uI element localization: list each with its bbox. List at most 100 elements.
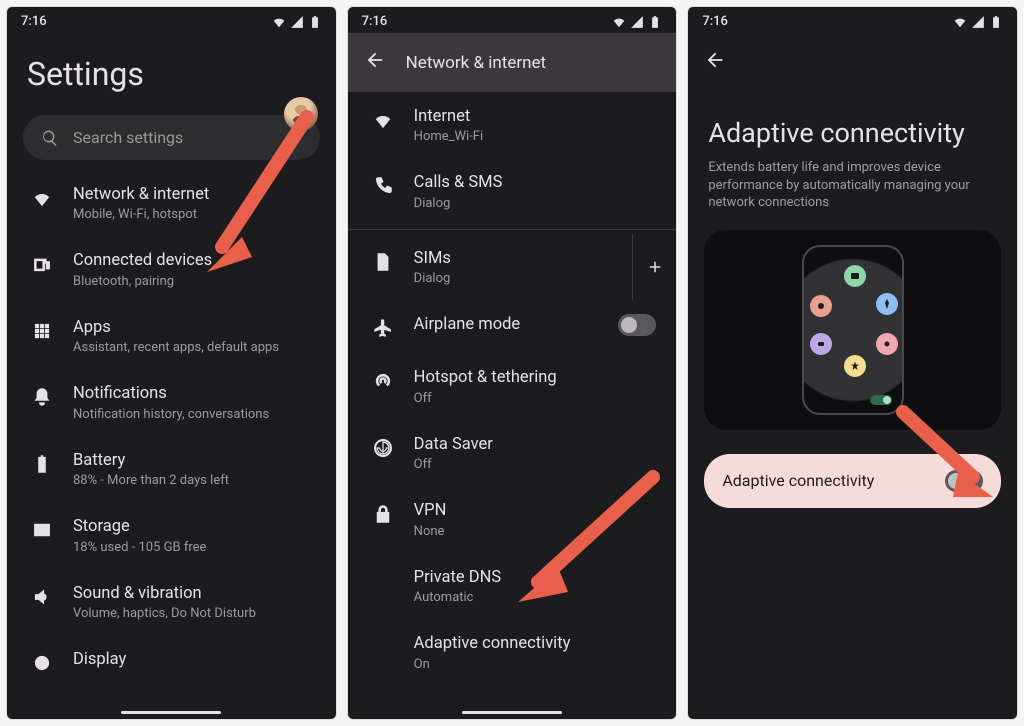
item-title: Notifications <box>73 383 316 404</box>
item-title: Network & internet <box>73 184 316 205</box>
illus-dot-green <box>844 265 866 287</box>
item-subtitle: Mobile, Wi-Fi, hotspot <box>73 207 316 222</box>
page-description: Extends battery life and improves device… <box>688 159 1017 226</box>
network-item-internet[interactable]: Internet Home_Wi-Fi <box>348 92 677 158</box>
item-title: Hotspot & tethering <box>414 367 657 388</box>
wifi-icon <box>612 15 626 29</box>
signal-icon <box>971 15 985 29</box>
illus-dot-red <box>810 295 832 317</box>
item-title: Apps <box>73 317 316 338</box>
item-title: Connected devices <box>73 250 316 271</box>
display-icon <box>31 652 53 674</box>
item-subtitle: Dialog <box>414 271 613 286</box>
illus-dot-yellow <box>844 355 866 377</box>
battery-icon <box>648 15 662 29</box>
adaptive-connectivity-toggle[interactable] <box>945 470 983 492</box>
item-subtitle: 18% used - 105 GB free <box>73 540 316 555</box>
item-subtitle: Dialog <box>414 196 657 211</box>
adaptive-connectivity-toggle-row[interactable]: Adaptive connectivity <box>704 454 1001 508</box>
settings-item-apps[interactable]: Apps Assistant, recent apps, default apps <box>7 303 336 369</box>
signal-icon <box>630 15 644 29</box>
settings-list: Network & internet Mobile, Wi-Fi, hotspot… <box>7 170 336 688</box>
vpn-icon <box>372 503 394 525</box>
airplane-mode-toggle[interactable] <box>618 314 656 336</box>
settings-item-notifications[interactable]: Notifications Notification history, conve… <box>7 369 336 435</box>
app-bar-title: Network & internet <box>406 53 546 73</box>
item-title: SIMs <box>414 248 613 269</box>
toggle-label: Adaptive connectivity <box>722 471 874 490</box>
item-title: Storage <box>73 516 316 537</box>
devices-icon <box>31 253 53 275</box>
wifi-icon <box>272 15 286 29</box>
back-button[interactable] <box>688 33 1017 91</box>
item-subtitle: Automatic <box>414 590 657 605</box>
settings-item-network-internet[interactable]: Network & internet Mobile, Wi-Fi, hotspot <box>7 170 336 236</box>
back-arrow-icon <box>704 49 726 71</box>
battery-icon <box>31 453 53 475</box>
item-subtitle: On <box>414 657 657 672</box>
network-item-private-dns[interactable]: Private DNS Automatic <box>348 553 677 619</box>
nav-handle[interactable] <box>462 711 562 714</box>
back-button[interactable] <box>364 49 386 76</box>
status-time: 7:16 <box>362 14 388 29</box>
item-subtitle: Notification history, conversations <box>73 407 316 422</box>
search-settings[interactable]: Search settings <box>23 115 320 160</box>
item-subtitle: Home_Wi-Fi <box>414 129 657 144</box>
network-item-sims[interactable]: SIMs Dialog <box>348 234 677 300</box>
settings-item-sound-vibration[interactable]: Sound & vibration Volume, haptics, Do Not… <box>7 569 336 635</box>
calls-icon <box>372 175 394 197</box>
item-title: Internet <box>414 106 657 127</box>
adaptive-illustration <box>704 230 1001 430</box>
item-subtitle: None <box>414 524 657 539</box>
search-placeholder: Search settings <box>73 128 183 147</box>
profile-avatar[interactable] <box>284 97 318 131</box>
status-bar: 7:16 <box>348 7 677 33</box>
status-bar: 7:16 <box>688 7 1017 33</box>
add-sim-button[interactable] <box>632 234 676 300</box>
signal-icon <box>290 15 304 29</box>
item-title: Sound & vibration <box>73 583 316 604</box>
datasaver-icon <box>372 437 394 459</box>
item-subtitle: 88% - More than 2 days left <box>73 473 316 488</box>
item-subtitle: Volume, haptics, Do Not Disturb <box>73 606 316 621</box>
network-item-vpn[interactable]: VPNNone <box>348 486 677 552</box>
network-list: Internet Home_Wi-Fi Calls & SMS Dialog SIMs D… <box>348 92 677 686</box>
apps-icon <box>31 320 53 342</box>
item-title: Private DNS <box>414 567 657 588</box>
settings-item-connected-devices[interactable]: Connected devices Bluetooth, pairing <box>7 236 336 302</box>
settings-item-display[interactable]: Display <box>7 635 336 688</box>
network-item-airplane-mode[interactable]: Airplane mode <box>348 300 677 353</box>
search-icon <box>41 129 59 147</box>
hotspot-icon <box>372 370 394 392</box>
item-title: Display <box>73 649 316 670</box>
settings-item-battery[interactable]: Battery88% - More than 2 days left <box>7 436 336 502</box>
network-item-hotspot-tethering[interactable]: Hotspot & tethering Off <box>348 353 677 419</box>
item-title: Data Saver <box>414 434 657 455</box>
bell-icon <box>31 386 53 408</box>
status-icons <box>612 15 662 29</box>
status-bar: 7:16 <box>7 7 336 33</box>
network-item-calls-sms[interactable]: Calls & SMS Dialog <box>348 158 677 224</box>
item-title: Adaptive connectivity <box>414 633 657 654</box>
airplane-icon <box>372 317 394 339</box>
screen-settings: 7:16 Settings Search settings Network & … <box>6 6 337 720</box>
item-subtitle: Bluetooth, pairing <box>73 274 316 289</box>
item-subtitle: Off <box>414 391 657 406</box>
item-subtitle: Assistant, recent apps, default apps <box>73 340 316 355</box>
app-bar: Network & internet <box>348 33 677 92</box>
settings-item-storage[interactable]: Storage 18% used - 105 GB free <box>7 502 336 568</box>
wifi-icon <box>372 109 394 131</box>
wifi-icon <box>31 187 53 209</box>
blank-icon <box>372 570 394 592</box>
back-arrow-icon <box>364 49 386 71</box>
page-title: Adaptive connectivity <box>688 91 1017 159</box>
nav-handle[interactable] <box>121 711 221 714</box>
network-item-adaptive-connectivity[interactable]: Adaptive connectivity On <box>348 619 677 685</box>
status-time: 7:16 <box>21 14 47 29</box>
page-title: Settings <box>7 33 336 101</box>
illus-dot-pink <box>876 333 898 355</box>
illus-dot-purple <box>810 333 832 355</box>
network-item-data-saver[interactable]: Data Saver Off <box>348 420 677 486</box>
item-subtitle: Off <box>414 457 657 472</box>
item-title: Calls & SMS <box>414 172 657 193</box>
